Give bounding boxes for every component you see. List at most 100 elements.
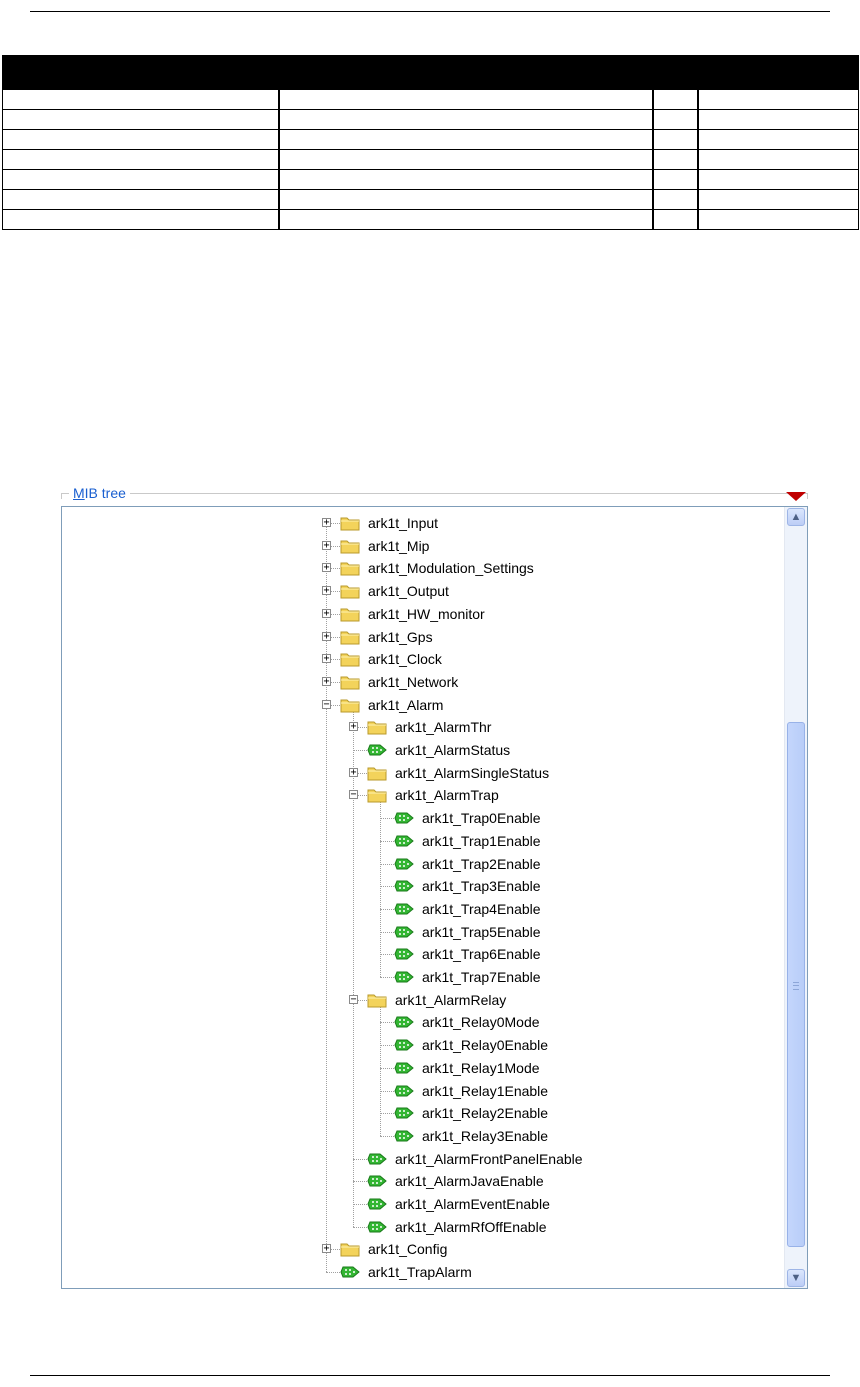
header-rule [30, 11, 830, 12]
collapse-toggle-icon[interactable]: − [349, 994, 358, 1004]
tree-connector-line [380, 1004, 381, 1136]
mib-object-icon [394, 832, 414, 850]
group-border [61, 493, 62, 499]
tree-node-label: ark1t_Trap3Enable [422, 878, 541, 895]
tree-node-label: ark1t_AlarmSingleStatus [395, 764, 550, 781]
tree-connector-line [326, 1272, 340, 1274]
collapse-toggle-icon[interactable]: − [322, 699, 331, 709]
tree-node-label: ark1t_AlarmFrontPanelEnable [395, 1150, 583, 1167]
collapse-toggle-icon[interactable]: − [349, 790, 358, 800]
folder-icon [367, 765, 387, 781]
tree-node-label: ark1t_AlarmTrap [395, 787, 499, 804]
tree-connector-line [380, 977, 394, 978]
mib-object-icon [394, 1036, 414, 1054]
tree-node-label: ark1t_Modulation_Settings [368, 560, 534, 577]
tree-node-label: ark1t_AlarmEventEnable [395, 1196, 550, 1212]
collapse-marker-icon[interactable] [786, 492, 806, 501]
tree-connector-line [380, 840, 394, 842]
tree-node-label: ark1t_Network [368, 673, 459, 690]
group-border [61, 493, 808, 494]
scroll-down-button[interactable]: ▼ [787, 1269, 805, 1287]
scroll-thumb[interactable] [787, 722, 805, 1247]
expand-toggle-icon[interactable]: + [322, 608, 331, 618]
mib-object-icon [394, 1013, 414, 1031]
folder-icon [340, 583, 360, 599]
tree-node-label: ark1t_TrapAlarm [368, 1264, 472, 1281]
tree-node-label: ark1t_Mip [368, 537, 430, 554]
folder-icon [340, 538, 360, 554]
folder-icon [340, 515, 360, 531]
tree-node-label: ark1t_Trap6Enable [422, 946, 541, 963]
tree-node-label: ark1t_Output [368, 583, 449, 600]
expand-toggle-icon[interactable]: + [322, 563, 331, 573]
expand-toggle-icon[interactable]: + [322, 654, 331, 664]
tree-node-label: ark1t_Relay3Enable [422, 1127, 549, 1144]
mib-tree-group: MIB tree + ark1t_Input + ark1t_Mip + ark1t_Mo… [61, 485, 808, 1289]
tree-connector-line [353, 709, 354, 1227]
mib-object-icon [394, 1082, 414, 1100]
tree-connector-line [353, 1158, 367, 1160]
mib-object-icon [394, 923, 414, 941]
tree-node-label: ark1t_Relay2Enable [422, 1105, 549, 1122]
table-header-cell [277, 55, 653, 90]
tree-node-label: ark1t_Gps [368, 628, 433, 645]
expand-toggle-icon[interactable]: + [322, 518, 331, 528]
expand-toggle-icon[interactable]: + [322, 631, 331, 641]
mib-object-icon [394, 1104, 414, 1122]
expand-toggle-icon[interactable]: + [322, 1244, 331, 1254]
folder-icon [367, 992, 387, 1008]
tree-node-label: ark1t_AlarmRelay [395, 991, 507, 1008]
tree-node-label: ark1t_Trap0Enable [422, 810, 541, 827]
mib-tree-title: MIB tree [69, 485, 130, 501]
tree-connector-line [353, 1204, 367, 1205]
tree-connector-line [380, 954, 394, 956]
folder-icon [340, 1241, 360, 1257]
tree-node-label: ark1t_Relay1Mode [422, 1059, 540, 1076]
tree-node-label: ark1t_AlarmJavaEnable [395, 1173, 544, 1190]
table-header-cell [651, 55, 698, 90]
tree-connector-line [380, 1045, 394, 1047]
mib-object-icon [394, 900, 414, 918]
table-header-cell [696, 55, 859, 90]
mib-object-icon [394, 877, 414, 895]
tree-connector-line [380, 1135, 394, 1137]
tree-connector-line [353, 750, 367, 751]
tree-connector-line [380, 818, 394, 820]
mib-object-icon [394, 968, 414, 986]
tree-connector-line [380, 800, 381, 977]
expand-toggle-icon[interactable]: + [322, 676, 331, 686]
table-header-cell [2, 55, 279, 90]
tree-connector-line [380, 1113, 394, 1115]
tree-node-label: ark1t_Trap4Enable [422, 900, 541, 917]
footer-rule [30, 1375, 830, 1376]
folder-icon [340, 606, 360, 622]
folder-icon [340, 697, 360, 713]
tree-node-label: ark1t_Input [368, 515, 439, 531]
grip-icon [793, 982, 799, 990]
group-border [807, 493, 808, 499]
mib-object-icon [394, 855, 414, 873]
tree-node-label: ark1t_Relay0Enable [422, 1037, 549, 1054]
expand-toggle-icon[interactable]: + [322, 540, 331, 550]
mib-object-icon [367, 1218, 387, 1236]
mib-object-icon [367, 1195, 387, 1213]
mib-tree-view[interactable]: + ark1t_Input + ark1t_Mip + ark1t_Modulation_… [61, 506, 808, 1289]
mib-object-icon [394, 945, 414, 963]
vertical-scrollbar[interactable]: ▲ ▼ [784, 507, 807, 1288]
table-row [2, 129, 859, 150]
expand-toggle-icon[interactable]: + [349, 767, 358, 777]
scroll-up-button[interactable]: ▲ [787, 508, 805, 526]
tree-node-label: ark1t_Alarm [368, 696, 444, 713]
tree-node-label: ark1t_AlarmThr [395, 719, 492, 736]
tree-connector-line [380, 908, 394, 910]
tree-connector-line [380, 863, 394, 865]
folder-icon [340, 651, 360, 667]
document-table [2, 55, 859, 230]
mib-object-icon [367, 1150, 387, 1168]
table-row [2, 209, 859, 230]
tree-connector-line [380, 1090, 394, 1092]
tree-node-label: ark1t_HW_monitor [368, 605, 485, 622]
tree-node-label: ark1t_Trap5Enable [422, 923, 541, 940]
expand-toggle-icon[interactable]: + [349, 722, 358, 732]
expand-toggle-icon[interactable]: + [322, 586, 331, 596]
